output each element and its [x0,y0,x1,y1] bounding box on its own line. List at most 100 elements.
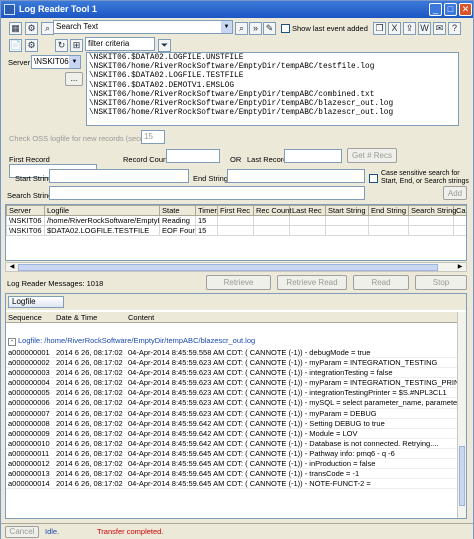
mail-icon[interactable]: ✉ [433,22,446,35]
message-row[interactable]: a000000008 2014 6 26, 08:17:02 04-Apr-2014… [6,419,458,429]
logfile-status-grid[interactable]: Server Logfile State Timer First Rec Rec Coun… [5,204,467,261]
search-value: Search Text [56,22,99,31]
logfile-path[interactable]: \NSKIT06.$DATA02.DEMOTV1.EMSLOG [89,82,456,91]
get-recs-button[interactable]: Get # Recs [347,148,397,163]
refresh-icon[interactable]: ↻ [55,39,68,52]
case-sensitive-checkbox[interactable] [369,174,378,183]
help-icon[interactable]: ? [448,22,461,35]
title-bar: Log Reader Tool 1 _ □ ✕ [1,1,473,18]
scroll-thumb[interactable] [18,264,438,271]
check-oss-input[interactable]: 15 [141,130,165,144]
status-col-header[interactable]: Timer [195,205,218,216]
group-by-area[interactable]: Logfile [6,294,466,310]
scroll-left-icon[interactable]: ◀ [7,263,17,271]
maximize-button[interactable]: □ [444,3,457,16]
last-record-input[interactable] [284,149,342,163]
find-next-icon[interactable]: » [249,22,262,35]
settings-icon[interactable]: ⚙ [25,39,38,52]
status-col-header[interactable]: Case [453,205,466,216]
status-col-header[interactable]: Last Rec [289,205,326,216]
message-row[interactable]: a000000006 2014 6 26, 08:17:02 04-Apr-2014… [6,398,466,409]
logfile-path[interactable]: \NSKIT06/home/RiverRockSoftware/EmptyDir… [89,91,456,100]
end-string-input[interactable] [227,169,365,183]
message-row[interactable]: a000000004 2014 6 26, 08:17:02 04-Apr-2014… [6,378,466,389]
status-col-header[interactable]: Search String [408,205,456,216]
retrieve-read-button[interactable]: Retrieve Read [277,275,347,290]
scroll-thumb[interactable] [459,446,465,506]
status-col-header[interactable]: State [159,205,196,216]
open-icon[interactable]: 📄 [9,39,22,52]
message-row[interactable]: a000000012 2014 6 26, 08:17:02 04-Apr-2014… [6,459,458,470]
status-row[interactable]: \NSKIT06$DATA02.LOGFILE.TESTFILEEOF Foun… [6,225,466,236]
message-row[interactable]: a000000009 2014 6 26, 08:17:02 04-Apr-2014… [6,429,458,439]
show-last-event-checkbox[interactable] [281,24,290,33]
status-col-header[interactable]: Server [6,205,45,216]
chevron-down-icon[interactable]: ▼ [221,21,232,33]
record-count-input[interactable] [166,149,220,163]
status-cell: 15 [195,215,218,226]
status-grid-scrollbar[interactable]: ◀ ▶ [5,262,467,272]
stop-button[interactable]: Stop [415,275,467,290]
close-button[interactable]: ✕ [459,3,472,16]
message-row[interactable]: a000000013 2014 6 26, 08:17:02 04-Apr-2014… [6,469,458,480]
minimize-button[interactable]: _ [429,3,442,16]
check-oss-label: Check OSS logfile for new records (secon… [9,134,161,143]
find-icon[interactable]: ⌕ [235,22,248,35]
message-row[interactable]: a000000005 2014 6 26, 08:17:02 04-Apr-2014… [6,388,458,399]
read-button[interactable]: Read [353,275,409,290]
logfile-path[interactable]: \NSKIT06/home/RiverRockSoftware/EmptyDir… [89,63,456,72]
or-label: OR [230,155,242,164]
status-col-header[interactable]: End String [368,205,409,216]
word-icon[interactable]: W [418,22,431,35]
message-content: 04-Apr-2014 8:45:59.642 AM CDT: ( CANNOT… [128,428,358,438]
tools-icon[interactable]: ⚙ [25,22,38,35]
browse-button[interactable]: ... [65,72,83,86]
status-col-header[interactable]: First Rec [217,205,254,216]
col-content[interactable]: Content [128,313,154,322]
logfile-path[interactable]: \NSKIT06/home/RiverRockSoftware/EmptyDir… [89,109,456,118]
message-row[interactable]: a000000014 2014 6 26, 08:17:02 04-Apr-2014… [6,479,458,490]
message-content: 04-Apr-2014 8:45:59.623 AM CDT: ( CANNOT… [128,398,467,408]
chevron-down-icon[interactable]: ▼ [69,56,80,68]
status-col-header[interactable]: Start String [325,205,369,216]
copy-icon[interactable]: ❐ [373,22,386,35]
col-sequence[interactable]: Sequence [8,313,42,322]
retrieve-button[interactable]: Retrieve [206,275,271,290]
messages-header: Sequence Date & Time Content [6,312,458,323]
col-date-time[interactable]: Date & Time [56,313,97,322]
logfile-list[interactable]: \NSKIT06.$DATA02.LOGFILE.UNSTFILE \NSKIT… [86,52,459,126]
scroll-right-icon[interactable]: ▶ [455,263,465,271]
collapse-icon[interactable]: - [8,338,16,346]
search-string-input[interactable] [49,186,365,200]
message-row[interactable]: a000000007 2014 6 26, 08:17:02 04-Apr-2014… [6,409,458,419]
status-col-header[interactable]: Rec Count [253,205,291,216]
highlight-icon[interactable]: ✎ [263,22,276,35]
message-row[interactable]: a000000002 2014 6 26, 08:17:02 04-Apr-2014… [6,358,458,369]
export-icon[interactable]: ⇪ [403,22,416,35]
filter-icon[interactable]: ⊞ [70,39,83,52]
search-combo[interactable]: Search Text ▼ [53,20,233,34]
status-cell: 15 [195,225,218,236]
message-row[interactable]: a000000001 2014 6 26, 08:17:02 04-Apr-2014… [6,348,458,359]
cancel-button[interactable]: Cancel [5,526,39,538]
grid-icon[interactable]: ▦ [9,22,22,35]
funnel-icon[interactable]: ⏷ [158,39,171,52]
message-datetime: 2014 6 26, 08:17:02 [56,408,123,418]
group-chip-logfile[interactable]: Logfile [8,296,64,308]
logfile-path[interactable]: \NSKIT06/home/RiverRockSoftware/EmptyDir… [89,100,456,109]
filter-combo[interactable]: filter criteria [85,37,155,51]
status-row[interactable]: \NSKIT06/home/RiverRockSoftware/EmptyDir… [6,215,466,226]
add-button[interactable]: Add [443,186,467,200]
group-row-logfile[interactable]: - Logfile: /home/RiverRockSoftware/EmptyD… [6,336,458,346]
logfile-path[interactable]: \NSKIT06.$DATA02.LOGFILE.TESTFILE [89,72,456,81]
message-row[interactable]: a000000011 2014 6 26, 08:17:02 04-Apr-2014… [6,449,458,460]
message-row[interactable]: a000000003 2014 6 26, 08:17:02 04-Apr-2014… [6,368,458,379]
logfile-path[interactable]: \NSKIT06.$DATA02.LOGFILE.UNSTFILE [89,54,456,63]
start-string-input[interactable] [49,169,189,183]
excel-icon[interactable]: X [388,22,401,35]
status-col-header[interactable]: Logfile [44,205,160,216]
message-row[interactable]: a000000010 2014 6 26, 08:17:02 04-Apr-2014… [6,439,458,449]
message-datetime: 2014 6 26, 08:17:02 [56,469,123,479]
server-select[interactable]: \NSKIT06 ▼ [31,55,81,69]
messages-scrollbar[interactable] [457,312,466,518]
